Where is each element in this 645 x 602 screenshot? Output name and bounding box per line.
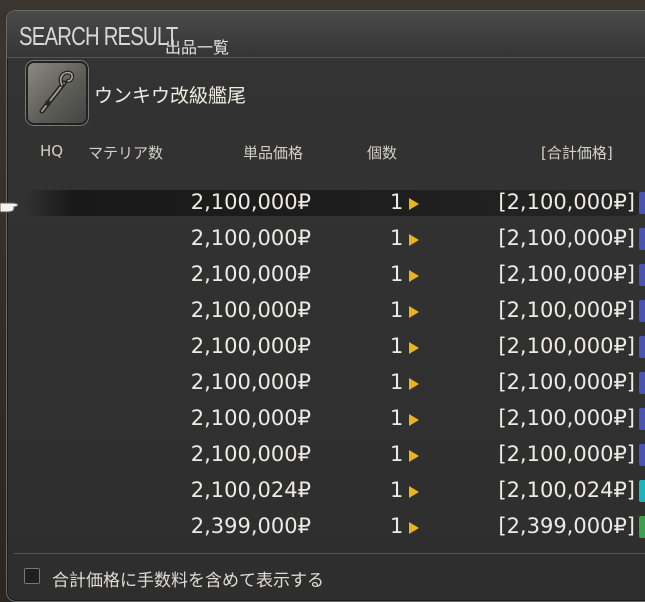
quantity: 1	[390, 298, 404, 322]
item-panel: ウンキウ改級艦尾	[22, 59, 642, 129]
unit-price: 2,100,000₽	[190, 262, 311, 286]
retainer-marker	[639, 228, 645, 250]
expand-arrow-icon[interactable]	[409, 306, 419, 318]
listing-row[interactable]: 2,100,024₽ 1 [2,100,024₽]	[0, 474, 645, 510]
listing-row[interactable]: 2,100,000₽ 1 [2,100,000₽]	[0, 438, 645, 474]
unit-price: 2,100,000₽	[190, 406, 311, 430]
total-price: [2,100,000₽]	[498, 262, 635, 286]
retainer-marker	[639, 336, 645, 358]
retainer-marker	[639, 408, 645, 430]
unit-price: 2,399,000₽	[190, 514, 311, 538]
footer-divider	[14, 553, 645, 554]
window-titlebar[interactable]: SEARCH RESULT 出品一覧	[7, 11, 645, 58]
quantity: 1	[390, 334, 404, 358]
unit-price: 2,100,024₽	[190, 478, 311, 502]
retainer-marker	[639, 300, 645, 322]
column-total[interactable]: [合計価格]	[541, 142, 613, 163]
retainer-marker	[639, 192, 645, 214]
total-price: [2,100,000₽]	[498, 442, 635, 466]
total-price: [2,399,000₽]	[498, 514, 635, 538]
total-price: [2,100,000₽]	[498, 406, 635, 430]
column-unit-price[interactable]: 単品価格	[243, 142, 303, 163]
listing-row[interactable]: 2,100,000₽ 1 [2,100,000₽]	[0, 330, 645, 366]
listing-row[interactable]: 2,100,000₽ 1 [2,100,000₽]	[0, 294, 645, 330]
listing-row[interactable]: 2,100,000₽ 1 [2,100,000₽]	[0, 186, 645, 222]
listing-row[interactable]: 2,100,000₽ 1 [2,100,000₽]	[0, 366, 645, 402]
fee-checkbox[interactable]	[24, 568, 40, 584]
listing-row[interactable]: 2,100,000₽ 1 [2,100,000₽]	[0, 258, 645, 294]
listing-row[interactable]: 2,399,000₽ 1 [2,399,000₽]	[0, 510, 645, 546]
wrench-hook-icon[interactable]	[26, 61, 88, 125]
listing-row[interactable]: 2,100,000₽ 1 [2,100,000₽]	[0, 402, 645, 438]
expand-arrow-icon[interactable]	[409, 234, 419, 246]
quantity: 1	[390, 514, 404, 538]
total-price: [2,100,000₽]	[498, 334, 635, 358]
window-title: SEARCH RESULT	[19, 21, 178, 51]
column-hq[interactable]: HQ	[40, 142, 63, 160]
total-price: [2,100,000₽]	[498, 370, 635, 394]
expand-arrow-icon[interactable]	[409, 342, 419, 354]
quantity: 1	[390, 190, 404, 214]
retainer-marker	[639, 444, 645, 466]
quantity: 1	[390, 262, 404, 286]
quantity: 1	[390, 406, 404, 430]
expand-arrow-icon[interactable]	[409, 486, 419, 498]
column-materia[interactable]: マテリア数	[88, 142, 163, 163]
listing-row[interactable]: 2,100,000₽ 1 [2,100,000₽]	[0, 222, 645, 258]
listing-header: HQ マテリア数 単品価格 個数 [合計価格]	[0, 142, 645, 164]
retainer-marker	[639, 516, 645, 538]
total-price: [2,100,000₽]	[498, 190, 635, 214]
item-name: ウンキウ改級艦尾	[94, 85, 247, 107]
expand-arrow-icon[interactable]	[409, 450, 419, 462]
unit-price: 2,100,000₽	[190, 334, 311, 358]
total-price: [2,100,000₽]	[498, 226, 635, 250]
expand-arrow-icon[interactable]	[409, 522, 419, 534]
retainer-marker	[639, 480, 645, 502]
quantity: 1	[390, 478, 404, 502]
total-price: [2,100,000₽]	[498, 298, 635, 322]
window-subtitle: 出品一覧	[165, 38, 230, 57]
column-quantity[interactable]: 個数	[367, 142, 397, 163]
fee-checkbox-label[interactable]: 合計価格に手数料を含めて表示する	[52, 566, 324, 591]
retainer-marker	[639, 264, 645, 286]
quantity: 1	[390, 226, 404, 250]
expand-arrow-icon[interactable]	[409, 270, 419, 282]
quantity: 1	[390, 442, 404, 466]
unit-price: 2,100,000₽	[190, 190, 311, 214]
unit-price: 2,100,000₽	[190, 370, 311, 394]
quantity: 1	[390, 370, 404, 394]
retainer-marker	[639, 372, 645, 394]
expand-arrow-icon[interactable]	[409, 378, 419, 390]
expand-arrow-icon[interactable]	[409, 414, 419, 426]
unit-price: 2,100,000₽	[190, 298, 311, 322]
expand-arrow-icon[interactable]	[409, 198, 419, 210]
unit-price: 2,100,000₽	[190, 442, 311, 466]
unit-price: 2,100,000₽	[190, 226, 311, 250]
total-price: [2,100,024₽]	[498, 478, 635, 502]
